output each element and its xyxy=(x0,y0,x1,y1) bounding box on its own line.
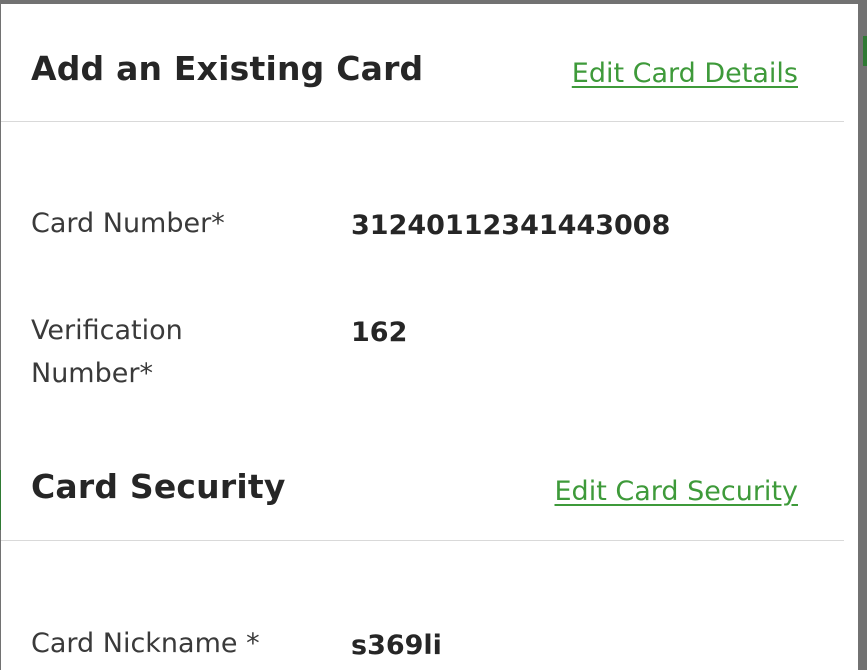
add-card-modal: Add an Existing Card Edit Card Details C… xyxy=(1,4,858,670)
card-number-label: Card Number* xyxy=(31,208,225,239)
verification-number-label: Verification Number* xyxy=(31,315,183,389)
card-security-title: Card Security xyxy=(31,467,286,506)
card-number-value: 31240112341443008 xyxy=(351,210,671,241)
card-security-header: Card Security Edit Card Security xyxy=(1,434,844,541)
card-nickname-label: Card Nickname * xyxy=(31,628,260,659)
existing-card-title: Add an Existing Card xyxy=(31,49,424,88)
card-nickname-value: s369li xyxy=(351,630,442,661)
edit-card-security-link[interactable]: Edit Card Security xyxy=(555,476,799,507)
edit-card-details-link[interactable]: Edit Card Details xyxy=(572,58,798,89)
background-accent-right xyxy=(863,36,867,66)
existing-card-header: Add an Existing Card Edit Card Details xyxy=(1,4,844,122)
verification-number-value: 162 xyxy=(351,317,408,348)
